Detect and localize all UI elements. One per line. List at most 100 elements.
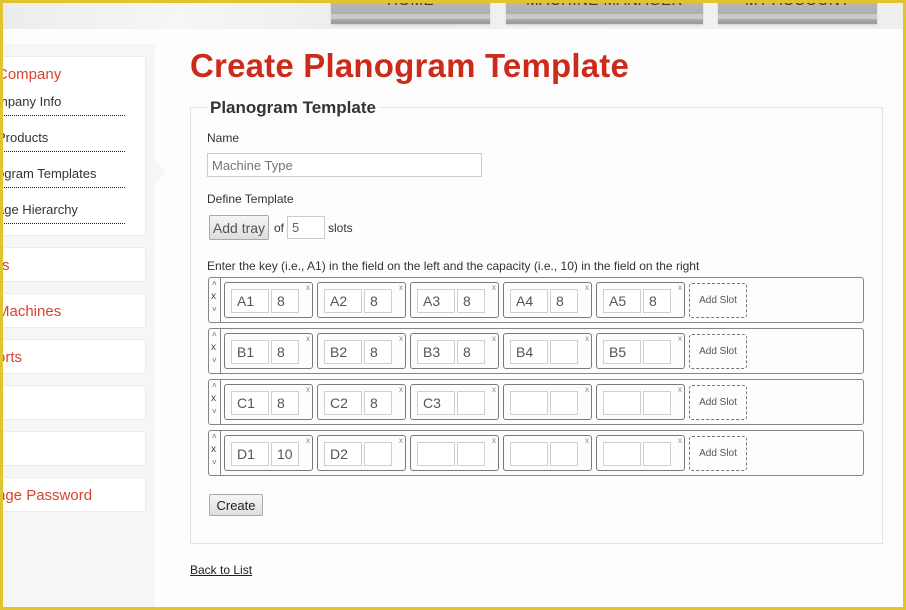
sidebar-item-planogram-templates[interactable]: ogram Templates: [0, 166, 125, 188]
add-slot-button[interactable]: Add Slot: [689, 283, 747, 318]
slot-key-input[interactable]: [510, 391, 548, 415]
slot-capacity-input[interactable]: [643, 340, 671, 364]
sidebar-section-4[interactable]: [0, 385, 146, 420]
remove-slot-icon[interactable]: x: [306, 385, 310, 394]
slot-key-input[interactable]: [603, 391, 641, 415]
remove-tray-icon[interactable]: x: [211, 342, 216, 353]
slot-key-input[interactable]: [417, 391, 455, 415]
sidebar-item-products[interactable]: Products: [0, 130, 125, 152]
remove-slot-icon[interactable]: x: [678, 283, 682, 292]
remove-slot-icon[interactable]: x: [492, 283, 496, 292]
remove-slot-icon[interactable]: x: [678, 385, 682, 394]
move-tray-down-icon[interactable]: ˅: [212, 407, 217, 416]
slot-capacity-input[interactable]: [271, 340, 299, 364]
slot-capacity-input[interactable]: [364, 340, 392, 364]
slot-capacity-input[interactable]: [271, 289, 299, 313]
tray-handle[interactable]: ˄ x ˅: [209, 431, 221, 475]
slot-key-input[interactable]: [510, 340, 548, 364]
sidebar-item-storage-hierarchy[interactable]: age Hierarchy: [0, 202, 125, 224]
nav-tab-my-account[interactable]: MY ACCOUNT: [718, 0, 877, 24]
slot-capacity-input[interactable]: [457, 340, 485, 364]
tray-handle[interactable]: ˄ x ˅: [209, 329, 221, 373]
move-tray-up-icon[interactable]: ˄: [212, 279, 217, 288]
back-to-list-link[interactable]: Back to List: [190, 563, 252, 577]
slot-capacity-input[interactable]: [550, 340, 578, 364]
tray-handle[interactable]: ˄ x ˅: [209, 278, 221, 322]
remove-slot-icon[interactable]: x: [399, 334, 403, 343]
slot-key-input[interactable]: [324, 340, 362, 364]
sidebar-section-reports[interactable]: orts: [0, 339, 146, 374]
slot-key-input[interactable]: [510, 442, 548, 466]
move-tray-up-icon[interactable]: ˄: [212, 432, 217, 441]
slot-key-input[interactable]: [417, 289, 455, 313]
remove-tray-icon[interactable]: x: [211, 444, 216, 455]
move-tray-down-icon[interactable]: ˅: [212, 305, 217, 314]
slot-capacity-input[interactable]: [457, 391, 485, 415]
remove-slot-icon[interactable]: x: [399, 436, 403, 445]
slot-key-input[interactable]: [231, 289, 269, 313]
remove-slot-icon[interactable]: x: [585, 283, 589, 292]
slot-capacity-input[interactable]: [550, 289, 578, 313]
slot-key-input[interactable]: [324, 391, 362, 415]
remove-slot-icon[interactable]: x: [492, 334, 496, 343]
move-tray-up-icon[interactable]: ˄: [212, 330, 217, 339]
move-tray-down-icon[interactable]: ˅: [212, 458, 217, 467]
move-tray-down-icon[interactable]: ˅: [212, 356, 217, 365]
slot-key-input[interactable]: [324, 289, 362, 313]
slot-capacity-input[interactable]: [457, 289, 485, 313]
slot: x: [596, 333, 685, 369]
slots-count-input[interactable]: [287, 216, 325, 239]
remove-tray-icon[interactable]: x: [211, 393, 216, 404]
slot-capacity-input[interactable]: [550, 442, 578, 466]
slot-key-input[interactable]: [510, 289, 548, 313]
nav-tab-machine-manager[interactable]: MACHINE MANAGER: [506, 0, 703, 24]
remove-slot-icon[interactable]: x: [585, 385, 589, 394]
sidebar-section-1[interactable]: rs: [0, 247, 146, 282]
slot-capacity-input[interactable]: [643, 442, 671, 466]
create-button[interactable]: Create: [209, 494, 263, 516]
slot-capacity-input[interactable]: [271, 391, 299, 415]
slot-key-input[interactable]: [603, 340, 641, 364]
slot-capacity-input[interactable]: [550, 391, 578, 415]
remove-slot-icon[interactable]: x: [492, 436, 496, 445]
sidebar-section-machines[interactable]: Machines: [0, 293, 146, 328]
remove-slot-icon[interactable]: x: [585, 334, 589, 343]
slot-capacity-input[interactable]: [457, 442, 485, 466]
remove-slot-icon[interactable]: x: [492, 385, 496, 394]
sidebar-heading-company[interactable]: Company: [0, 66, 61, 83]
nav-tab-home[interactable]: HOME: [331, 0, 490, 24]
remove-slot-icon[interactable]: x: [399, 283, 403, 292]
sidebar-item-company-info[interactable]: mpany Info: [0, 94, 125, 116]
remove-slot-icon[interactable]: x: [399, 385, 403, 394]
remove-slot-icon[interactable]: x: [678, 436, 682, 445]
slot-capacity-input[interactable]: [643, 391, 671, 415]
tray-handle[interactable]: ˄ x ˅: [209, 380, 221, 424]
remove-slot-icon[interactable]: x: [585, 436, 589, 445]
sidebar-section-change-password[interactable]: nge Password: [0, 477, 146, 512]
slot-capacity-input[interactable]: [364, 442, 392, 466]
slot-key-input[interactable]: [231, 340, 269, 364]
remove-slot-icon[interactable]: x: [306, 283, 310, 292]
add-slot-button[interactable]: Add Slot: [689, 436, 747, 471]
slot-capacity-input[interactable]: [364, 391, 392, 415]
remove-tray-icon[interactable]: x: [211, 291, 216, 302]
remove-slot-icon[interactable]: x: [306, 334, 310, 343]
slot-key-input[interactable]: [603, 442, 641, 466]
name-input[interactable]: [207, 153, 482, 177]
slot-key-input[interactable]: [417, 442, 455, 466]
remove-slot-icon[interactable]: x: [678, 334, 682, 343]
slot-key-input[interactable]: [603, 289, 641, 313]
slot-capacity-input[interactable]: [271, 442, 299, 466]
remove-slot-icon[interactable]: x: [306, 436, 310, 445]
add-slot-button[interactable]: Add Slot: [689, 385, 747, 420]
slot-key-input[interactable]: [324, 442, 362, 466]
move-tray-up-icon[interactable]: ˄: [212, 381, 217, 390]
slot-capacity-input[interactable]: [364, 289, 392, 313]
sidebar-section-5[interactable]: [0, 431, 146, 466]
slot-key-input[interactable]: [417, 340, 455, 364]
slot-key-input[interactable]: [231, 391, 269, 415]
add-tray-button[interactable]: Add tray: [209, 215, 269, 240]
slot-capacity-input[interactable]: [643, 289, 671, 313]
add-slot-button[interactable]: Add Slot: [689, 334, 747, 369]
slot-key-input[interactable]: [231, 442, 269, 466]
